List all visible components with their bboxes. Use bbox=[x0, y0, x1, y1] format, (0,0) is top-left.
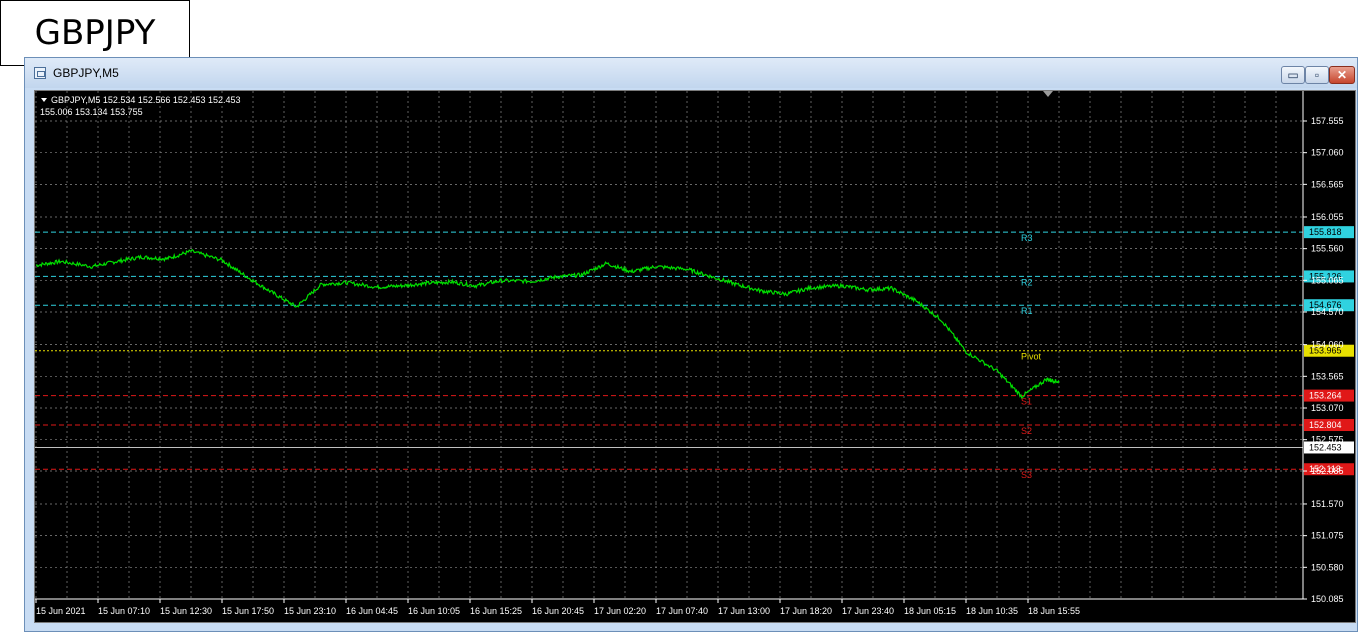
x-tick-label: 17 Jun 07:40 bbox=[656, 606, 708, 616]
symbol-info: GBPJPY,M5 152.534 152.566 152.453 152.45… bbox=[40, 95, 241, 117]
y-tick-label: 155.065 bbox=[1311, 275, 1344, 285]
x-tick-label: 17 Jun 18:20 bbox=[780, 606, 832, 616]
time-axis: 15 Jun 2021 15 Jun 07:10 15 Jun 12:30 15 Ju… bbox=[35, 598, 1303, 616]
x-tick-label: 15 Jun 12:30 bbox=[160, 606, 212, 616]
x-tick-label: 16 Jun 15:25 bbox=[470, 606, 522, 616]
chart-window[interactable]: GBPJPY,M5 ▭ ▫ ✕ R3 155.818 R2 155.126 R1 154.… bbox=[24, 57, 1358, 632]
y-tick-label: 151.570 bbox=[1311, 499, 1344, 509]
window-titlebar[interactable]: GBPJPY,M5 ▭ ▫ ✕ bbox=[25, 58, 1357, 88]
pivot-levels: R3155.818R2155.126R1154.676Pivot153.965S… bbox=[35, 226, 1354, 480]
y-tick-label: 152.575 bbox=[1311, 435, 1344, 445]
y-tick-label: 150.580 bbox=[1311, 562, 1344, 572]
x-tick-label: 15 Jun 2021 bbox=[36, 606, 86, 616]
collapse-triangle-icon[interactable] bbox=[41, 98, 47, 102]
x-tick-label: 16 Jun 20:45 bbox=[532, 606, 584, 616]
grid bbox=[35, 91, 1303, 600]
x-tick-label: 18 Jun 10:35 bbox=[966, 606, 1018, 616]
price-chart[interactable]: R3155.818R2155.126R1154.676Pivot153.965S… bbox=[35, 91, 1355, 622]
x-tick-label: 17 Jun 13:00 bbox=[718, 606, 770, 616]
chart-window-icon bbox=[34, 67, 46, 79]
x-tick-label: 15 Jun 17:50 bbox=[222, 606, 274, 616]
window-title: GBPJPY,M5 bbox=[53, 66, 119, 80]
x-tick-label: 17 Jun 23:40 bbox=[842, 606, 894, 616]
x-tick-label: 18 Jun 05:15 bbox=[904, 606, 956, 616]
y-tick-label: 154.060 bbox=[1311, 340, 1344, 350]
symbol-info-line2: 155.006 153.134 153.755 bbox=[40, 107, 143, 117]
y-tick-label: 157.555 bbox=[1311, 116, 1344, 126]
level-name-s3: S3 bbox=[1021, 470, 1032, 480]
minimize-button[interactable]: ▭ bbox=[1281, 66, 1305, 84]
level-name-s1: S1 bbox=[1021, 397, 1032, 407]
x-tick-label: 15 Jun 23:10 bbox=[284, 606, 336, 616]
symbol-info-line1: GBPJPY,M5 152.534 152.566 152.453 152.45… bbox=[51, 95, 241, 105]
maximize-button[interactable]: ▫ bbox=[1305, 66, 1329, 84]
level-name-s2: S2 bbox=[1021, 426, 1032, 436]
level-name-r1: R1 bbox=[1021, 306, 1033, 316]
y-tick-label: 153.565 bbox=[1311, 371, 1344, 381]
y-tick-label: 156.565 bbox=[1311, 179, 1344, 189]
y-tick-label: 152.085 bbox=[1311, 466, 1344, 476]
x-tick-label: 18 Jun 15:55 bbox=[1028, 606, 1080, 616]
level-name-pivot: Pivot bbox=[1021, 352, 1042, 362]
y-tick-label: 155.560 bbox=[1311, 244, 1344, 254]
chart-shift-marker-icon bbox=[1043, 91, 1053, 97]
price-axis: 157.555 157.060 156.565 156.055 155.560 155.0… bbox=[1043, 91, 1344, 604]
y-tick-label: 151.075 bbox=[1311, 531, 1344, 541]
y-tick-label: 156.055 bbox=[1311, 212, 1344, 222]
price-series bbox=[35, 248, 1060, 400]
level-name-r3: R3 bbox=[1021, 233, 1033, 243]
y-tick-label: 154.570 bbox=[1311, 307, 1344, 317]
x-tick-label: 16 Jun 04:45 bbox=[346, 606, 398, 616]
y-tick-label: 153.070 bbox=[1311, 403, 1344, 413]
level-name-r2: R2 bbox=[1021, 277, 1033, 287]
x-tick-label: 17 Jun 02:20 bbox=[594, 606, 646, 616]
level-price-label: 152.804 bbox=[1309, 420, 1342, 430]
level-price-label: 155.818 bbox=[1309, 227, 1342, 237]
level-price-label: 153.264 bbox=[1309, 391, 1342, 401]
y-tick-label: 157.060 bbox=[1311, 148, 1344, 158]
close-button[interactable]: ✕ bbox=[1329, 66, 1355, 84]
y-tick-label: 150.085 bbox=[1311, 594, 1344, 604]
price-line bbox=[35, 248, 1060, 400]
x-tick-label: 15 Jun 07:10 bbox=[98, 606, 150, 616]
x-tick-label: 16 Jun 10:05 bbox=[408, 606, 460, 616]
chart-area[interactable]: R3 155.818 R2 155.126 R1 154.676 Pivot 153.965 S… bbox=[34, 90, 1356, 623]
